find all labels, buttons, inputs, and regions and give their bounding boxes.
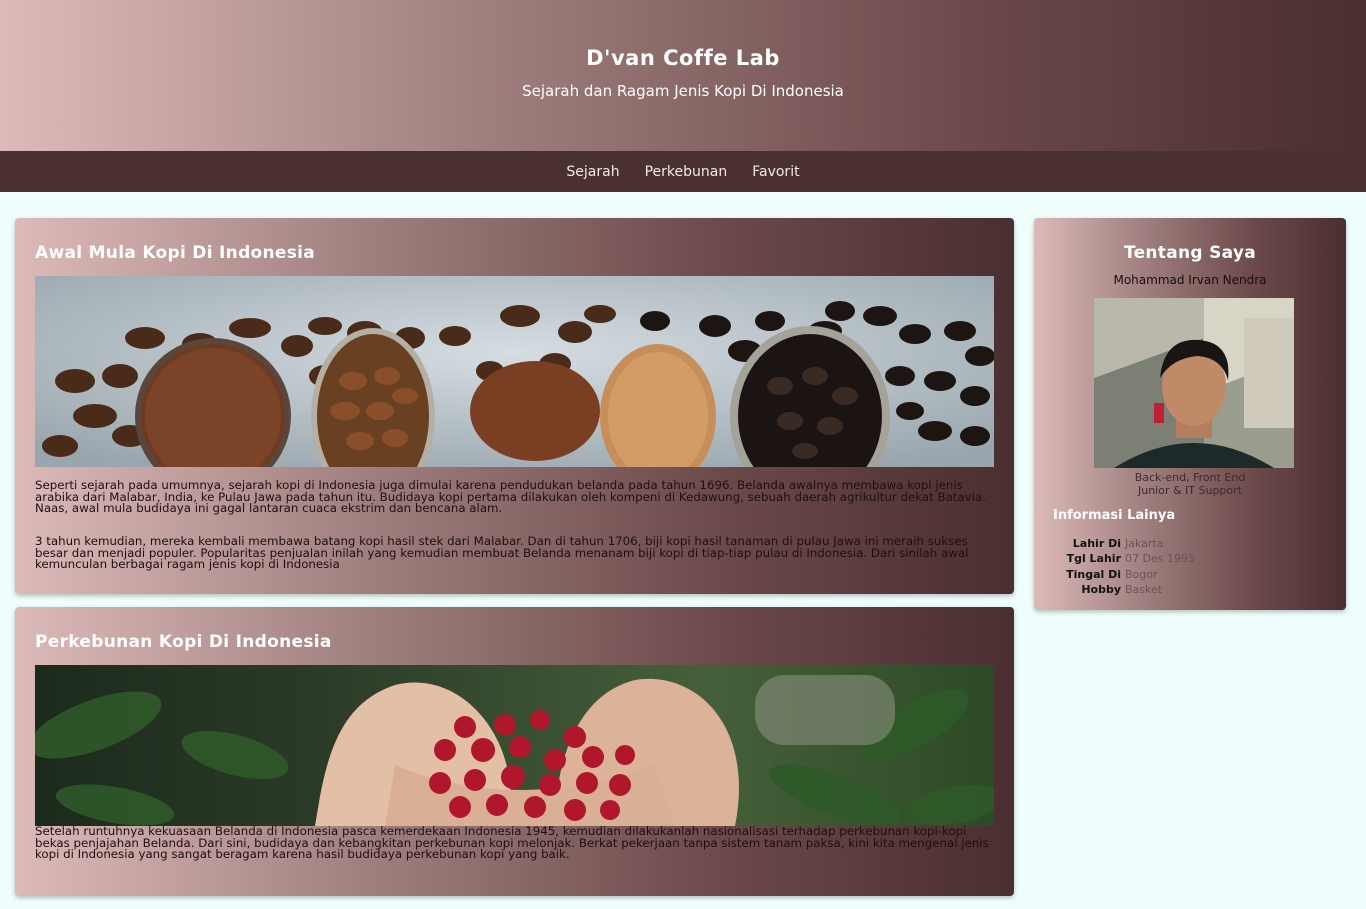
info-value: Bogor	[1125, 567, 1158, 581]
main-nav: Sejarah Perkebunan Favorit	[0, 151, 1366, 192]
info-key: Tgl Lahir	[1066, 552, 1121, 566]
nav-link-favorit[interactable]: Favorit	[752, 164, 799, 180]
info-key: Tingal Di	[1066, 567, 1121, 581]
info-title: Informasi Lainya	[1053, 508, 1176, 523]
site-header: D'van Coffe Lab Sejarah dan Ragam Jenis …	[0, 0, 1366, 151]
profile-name: Mohammad Irvan Nendra	[1113, 273, 1267, 287]
info-table: Lahir Di Jakarta Tgl Lahir 07 Des 1995 T…	[1054, 536, 1195, 597]
article-paragraph: 3 tahun kemudian, mereka kembali membawa…	[35, 534, 969, 571]
info-key: Hobby	[1081, 583, 1121, 597]
nav-link-sejarah[interactable]: Sejarah	[566, 164, 619, 180]
article-paragraph: Setelah runtuhnya kekuasaan Belanda di I…	[35, 824, 989, 861]
info-row: Tingal Di Bogor	[1054, 567, 1195, 582]
info-row: Tgl Lahir 07 Des 1995	[1054, 551, 1195, 566]
info-value: Jakarta	[1125, 537, 1164, 551]
article-title: Perkebunan Kopi Di Indonesia	[35, 632, 332, 652]
site-title: D'van Coffe Lab	[586, 46, 780, 70]
profile-role-line1: Back-end, Front End	[1134, 471, 1246, 484]
info-row: Lahir Di Jakarta	[1054, 536, 1195, 551]
profile-role-line2: Junior & IT Support	[1137, 484, 1242, 497]
article-title: Awal Mula Kopi Di Indonesia	[35, 243, 316, 263]
sidebar-title: Tentang Saya	[1123, 243, 1257, 263]
info-value: Basket	[1125, 583, 1163, 597]
site-subtitle: Sejarah dan Ragam Jenis Kopi Di Indonesi…	[522, 82, 844, 100]
about-me-sidebar: Tentang Saya Mohammad Irvan Nendra Back-…	[1034, 218, 1346, 610]
article-paragraph: Seperti sejarah pada umumnya, sejarah ko…	[35, 478, 986, 515]
info-value: 07 Des 1995	[1125, 552, 1195, 566]
profile-photo	[1094, 298, 1294, 468]
coffee-beans-image	[35, 276, 994, 467]
coffee-cherries-image	[35, 665, 994, 826]
article-awal-mula: Awal Mula Kopi Di Indonesia Seperti seja…	[15, 218, 1014, 594]
article-perkebunan: Perkebunan Kopi Di Indonesia Setelah run…	[15, 607, 1014, 896]
info-key: Lahir Di	[1072, 537, 1121, 551]
nav-link-perkebunan[interactable]: Perkebunan	[645, 164, 728, 180]
info-row: Hobby Basket	[1054, 582, 1195, 597]
